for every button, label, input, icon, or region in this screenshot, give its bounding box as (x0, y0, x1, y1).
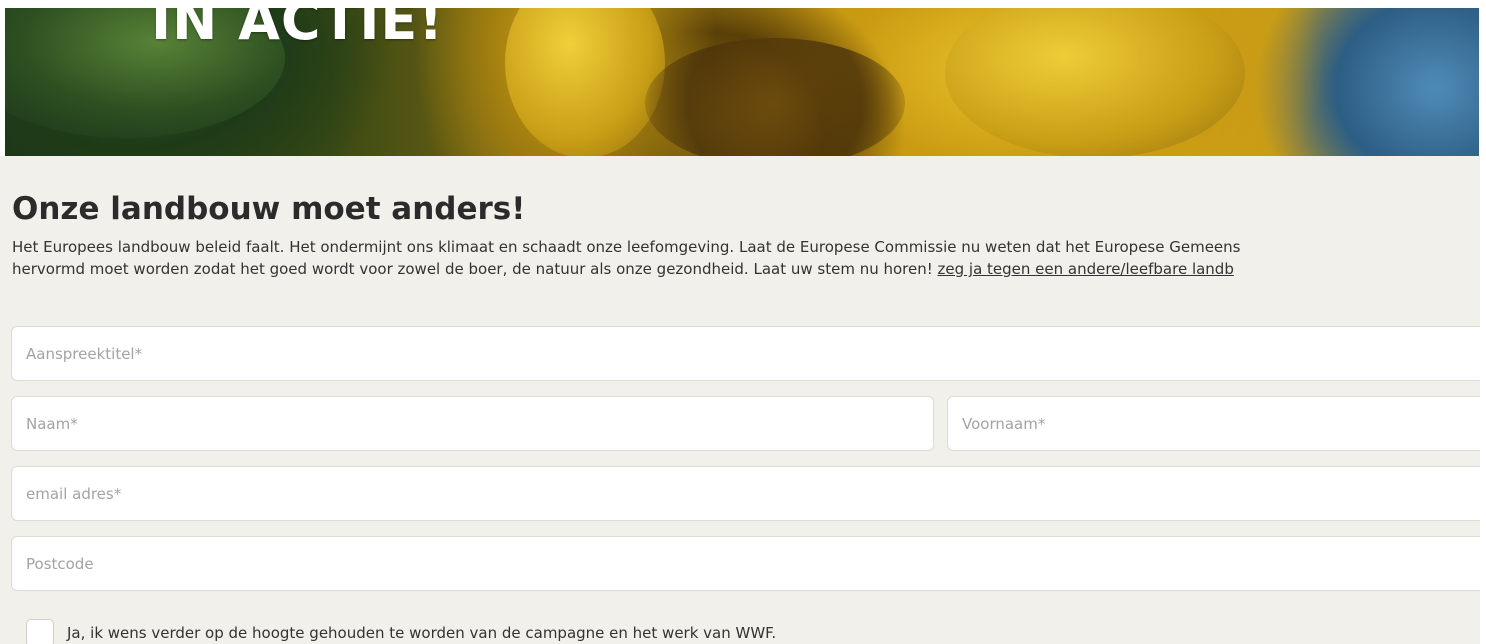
hero-petal-image (945, 8, 1245, 156)
page: IN ACTIE! Onze landbouw moet anders! Het… (0, 0, 1486, 644)
hero-sunflower-center-image (645, 38, 905, 156)
firstname-field[interactable] (947, 396, 1480, 451)
hero-title: IN ACTIE! (151, 8, 444, 52)
lastname-field[interactable] (11, 396, 934, 451)
campaign-link[interactable]: zeg ja tegen een andere/leefbare landb (938, 260, 1234, 278)
newsletter-optin-label[interactable]: Ja, ik wens verder op de hoogte gehouden… (67, 625, 776, 641)
postcode-field[interactable] (11, 536, 1480, 591)
intro-text: Het Europees landbouw beleid faalt. Het … (12, 236, 1480, 280)
intro-line-1: Het Europees landbouw beleid faalt. Het … (12, 238, 1241, 256)
hero-petal-image (505, 8, 665, 156)
page-title: Onze landbouw moet anders! (12, 191, 526, 227)
newsletter-optin: Ja, ik wens verder op de hoogte gehouden… (26, 618, 776, 644)
email-field[interactable] (11, 466, 1480, 521)
salutation-field[interactable] (11, 326, 1480, 381)
newsletter-checkbox[interactable] (26, 619, 54, 644)
campaign-content: Onze landbouw moet anders! Het Europees … (0, 156, 1480, 644)
intro-line-2: hervormd moet worden zodat het goed word… (12, 260, 938, 278)
hero-banner: IN ACTIE! (5, 8, 1479, 156)
